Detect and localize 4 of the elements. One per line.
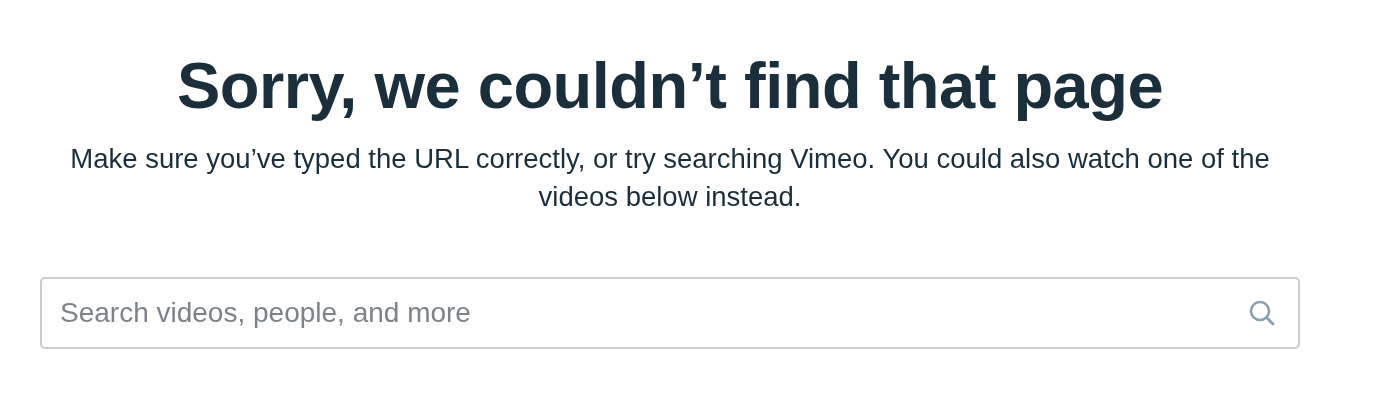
search-icon	[1248, 298, 1276, 327]
error-message: Make sure you’ve typed the URL correctly, or try searching Vimeo. You could also watch one of the videos below instead.	[69, 141, 1271, 214]
page-heading: Sorry, we couldn’t find that page	[175, 50, 1165, 122]
search-field[interactable]: Search videos, people, and more	[40, 276, 1300, 349]
